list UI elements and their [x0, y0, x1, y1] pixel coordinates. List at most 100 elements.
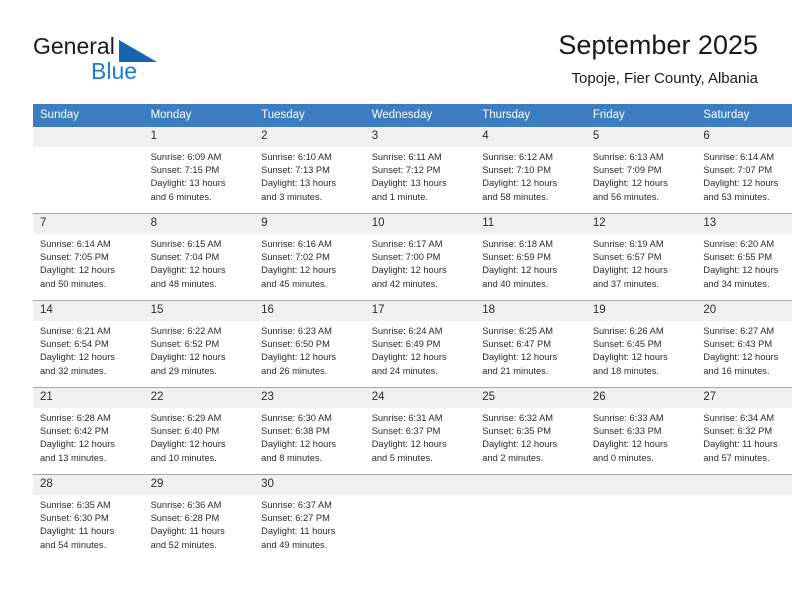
day-details: Sunrise: 6:24 AM Sunset: 6:49 PM Dayligh… — [365, 321, 476, 378]
daylight-text-line2: and 42 minutes. — [371, 278, 438, 289]
sunset-text: Sunset: 6:52 PM — [150, 339, 220, 350]
day-details: Sunrise: 6:27 AM Sunset: 6:43 PM Dayligh… — [696, 321, 792, 378]
day-cell[interactable]: 18 Sunrise: 6:25 AM Sunset: 6:47 PM Dayl… — [475, 300, 586, 388]
sunrise-text: Sunrise: 6:15 AM — [150, 239, 222, 249]
sunset-text: Sunset: 6:55 PM — [703, 252, 773, 263]
day-cell[interactable]: 29 Sunrise: 6:36 AM Sunset: 6:28 PM Dayl… — [143, 474, 255, 561]
sunrise-text: Sunrise: 6:27 AM — [703, 326, 775, 336]
weekday-header-saturday: Saturday — [696, 104, 792, 127]
daylight-text-line2: and 56 minutes. — [592, 191, 659, 202]
day-details: Sunrise: 6:23 AM Sunset: 6:50 PM Dayligh… — [254, 321, 365, 378]
daylight-text-line1: Daylight: 11 hours — [150, 526, 225, 537]
calendar-page: General Blue September 2025 Topoje, Fier… — [0, 0, 792, 612]
week-row: 1 Sunrise: 6:09 AM Sunset: 7:15 PM Dayli… — [33, 127, 792, 214]
day-details — [33, 147, 144, 151]
sunrise-text: Sunrise: 6:36 AM — [150, 500, 222, 510]
daylight-text-line2: and 5 minutes. — [371, 452, 433, 463]
general-blue-logo: General Blue — [33, 33, 213, 85]
day-cell[interactable]: 12 Sunrise: 6:19 AM Sunset: 6:57 PM Dayl… — [585, 213, 697, 301]
logo-text-general: General — [33, 33, 115, 59]
day-cell[interactable]: 24 Sunrise: 6:31 AM Sunset: 6:37 PM Dayl… — [364, 387, 476, 475]
day-cell[interactable]: 15 Sunrise: 6:22 AM Sunset: 6:52 PM Dayl… — [143, 300, 255, 388]
calendar-header-row: Sunday Monday Tuesday Wednesday Thursday… — [33, 104, 792, 127]
sunrise-text: Sunrise: 6:32 AM — [482, 413, 554, 423]
logo-text-blue: Blue — [91, 58, 138, 84]
daylight-text-line2: and 58 minutes. — [482, 191, 549, 202]
daylight-text-line1: Daylight: 12 hours — [150, 352, 226, 363]
day-details: Sunrise: 6:14 AM Sunset: 7:05 PM Dayligh… — [33, 234, 144, 291]
sunset-text: Sunset: 7:10 PM — [482, 165, 551, 176]
day-cell[interactable]: 27 Sunrise: 6:34 AM Sunset: 6:32 PM Dayl… — [696, 387, 792, 475]
day-number — [475, 475, 586, 495]
day-cell[interactable]: 28 Sunrise: 6:35 AM Sunset: 6:30 PM Dayl… — [33, 474, 144, 561]
daylight-text-line1: Daylight: 12 hours — [592, 265, 668, 276]
day-number: 29 — [143, 475, 255, 495]
day-details: Sunrise: 6:31 AM Sunset: 6:37 PM Dayligh… — [365, 408, 476, 465]
daylight-text-line1: Daylight: 12 hours — [261, 439, 337, 450]
day-cell[interactable]: 19 Sunrise: 6:26 AM Sunset: 6:45 PM Dayl… — [585, 300, 697, 388]
day-cell[interactable]: 6 Sunrise: 6:14 AM Sunset: 7:07 PM Dayli… — [696, 127, 792, 214]
day-cell[interactable]: 26 Sunrise: 6:33 AM Sunset: 6:33 PM Dayl… — [585, 387, 697, 475]
daylight-text-line2: and 45 minutes. — [261, 278, 328, 289]
day-number: 18 — [475, 301, 586, 321]
day-cell[interactable]: 17 Sunrise: 6:24 AM Sunset: 6:49 PM Dayl… — [364, 300, 476, 388]
sunrise-text: Sunrise: 6:09 AM — [150, 152, 222, 162]
daylight-text-line2: and 0 minutes. — [592, 452, 654, 463]
day-cell[interactable]: 7 Sunrise: 6:14 AM Sunset: 7:05 PM Dayli… — [33, 213, 144, 301]
sunrise-text: Sunrise: 6:23 AM — [261, 326, 332, 336]
daylight-text-line2: and 26 minutes. — [261, 365, 328, 376]
sunrise-text: Sunrise: 6:20 AM — [703, 239, 775, 249]
daylight-text-line2: and 49 minutes. — [261, 539, 328, 550]
day-cell[interactable]: 21 Sunrise: 6:28 AM Sunset: 6:42 PM Dayl… — [33, 387, 144, 475]
day-number — [33, 127, 144, 147]
day-number: 11 — [475, 214, 586, 234]
day-number: 30 — [254, 475, 365, 495]
sunrise-text: Sunrise: 6:10 AM — [261, 152, 332, 162]
day-cell[interactable]: 14 Sunrise: 6:21 AM Sunset: 6:54 PM Dayl… — [33, 300, 144, 388]
day-cell[interactable]: 3 Sunrise: 6:11 AM Sunset: 7:12 PM Dayli… — [364, 127, 476, 214]
sunrise-text: Sunrise: 6:17 AM — [371, 239, 443, 249]
day-cell[interactable]: 23 Sunrise: 6:30 AM Sunset: 6:38 PM Dayl… — [254, 387, 365, 475]
day-cell[interactable] — [696, 474, 792, 561]
daylight-text-line2: and 8 minutes. — [261, 452, 323, 463]
day-cell[interactable] — [585, 474, 697, 561]
day-cell[interactable]: 1 Sunrise: 6:09 AM Sunset: 7:15 PM Dayli… — [143, 127, 255, 214]
day-details — [586, 495, 697, 499]
sunset-text: Sunset: 6:54 PM — [40, 339, 109, 350]
day-cell[interactable]: 9 Sunrise: 6:16 AM Sunset: 7:02 PM Dayli… — [254, 213, 365, 301]
day-cell[interactable]: 2 Sunrise: 6:10 AM Sunset: 7:13 PM Dayli… — [254, 127, 365, 214]
day-cell[interactable]: 25 Sunrise: 6:32 AM Sunset: 6:35 PM Dayl… — [475, 387, 586, 475]
calendar-grid: Sunday Monday Tuesday Wednesday Thursday… — [33, 104, 792, 561]
day-cell[interactable]: 13 Sunrise: 6:20 AM Sunset: 6:55 PM Dayl… — [696, 213, 792, 301]
day-cell[interactable]: 5 Sunrise: 6:13 AM Sunset: 7:09 PM Dayli… — [585, 127, 697, 214]
daylight-text-line2: and 52 minutes. — [150, 539, 217, 550]
daylight-text-line1: Daylight: 11 hours — [703, 439, 778, 450]
day-cell[interactable] — [475, 474, 586, 561]
weekday-header-thursday: Thursday — [475, 104, 586, 127]
day-number: 19 — [585, 301, 697, 321]
day-cell[interactable] — [33, 127, 144, 214]
day-cell[interactable]: 10 Sunrise: 6:17 AM Sunset: 7:00 PM Dayl… — [364, 213, 476, 301]
daylight-text-line1: Daylight: 12 hours — [703, 352, 779, 363]
day-cell[interactable]: 20 Sunrise: 6:27 AM Sunset: 6:43 PM Dayl… — [696, 300, 792, 388]
sunrise-text: Sunrise: 6:14 AM — [703, 152, 775, 162]
day-cell[interactable]: 4 Sunrise: 6:12 AM Sunset: 7:10 PM Dayli… — [475, 127, 586, 214]
day-cell[interactable]: 11 Sunrise: 6:18 AM Sunset: 6:59 PM Dayl… — [475, 213, 586, 301]
day-number: 26 — [585, 388, 697, 408]
calendar-body: 1 Sunrise: 6:09 AM Sunset: 7:15 PM Dayli… — [33, 127, 792, 561]
day-cell[interactable]: 22 Sunrise: 6:29 AM Sunset: 6:40 PM Dayl… — [143, 387, 255, 475]
daylight-text-line1: Daylight: 12 hours — [371, 352, 447, 363]
day-details: Sunrise: 6:19 AM Sunset: 6:57 PM Dayligh… — [586, 234, 697, 291]
day-number — [364, 475, 476, 495]
day-cell[interactable]: 16 Sunrise: 6:23 AM Sunset: 6:50 PM Dayl… — [254, 300, 365, 388]
daylight-text-line2: and 2 minutes. — [482, 452, 544, 463]
sunset-text: Sunset: 6:59 PM — [482, 252, 551, 263]
day-cell[interactable] — [364, 474, 476, 561]
sunrise-text: Sunrise: 6:34 AM — [703, 413, 775, 423]
day-cell[interactable]: 30 Sunrise: 6:37 AM Sunset: 6:27 PM Dayl… — [254, 474, 365, 561]
day-number: 27 — [696, 388, 792, 408]
day-cell[interactable]: 8 Sunrise: 6:15 AM Sunset: 7:04 PM Dayli… — [143, 213, 255, 301]
week-row: 14 Sunrise: 6:21 AM Sunset: 6:54 PM Dayl… — [33, 300, 792, 388]
day-details — [696, 495, 792, 499]
daylight-text-line1: Daylight: 12 hours — [261, 265, 337, 276]
